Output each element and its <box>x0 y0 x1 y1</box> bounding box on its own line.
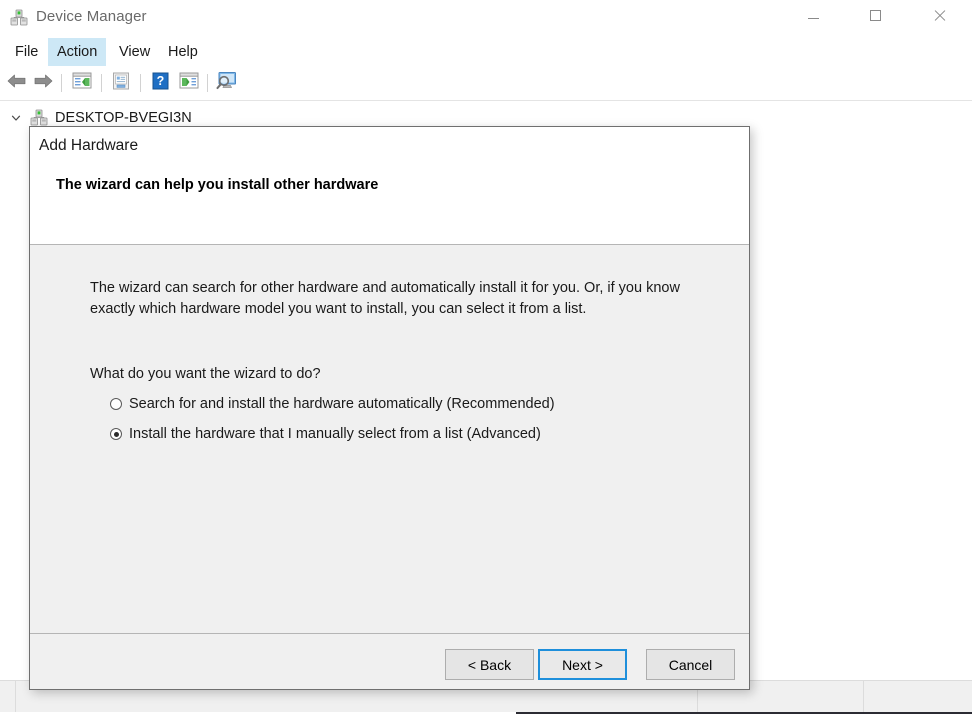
help-button[interactable]: ? <box>147 71 173 95</box>
device-manager-icon <box>10 9 28 27</box>
dialog-heading: The wizard can help you install other ha… <box>56 177 379 193</box>
svg-text:?: ? <box>156 74 164 88</box>
close-icon <box>933 9 946 22</box>
window-title: Device Manager <box>36 8 147 25</box>
dialog-question: What do you want the wizard to do? <box>90 366 321 382</box>
toolbar-separator <box>207 74 208 92</box>
show-hide-console-tree-button[interactable] <box>69 71 95 95</box>
cancel-button[interactable]: Cancel <box>646 649 735 680</box>
back-arrow-icon <box>6 73 27 94</box>
radio-option-search-automatically[interactable]: Search for and install the hardware auto… <box>110 396 555 412</box>
show-hide-action-pane-icon <box>179 72 199 95</box>
title-bar: Device Manager <box>0 0 972 37</box>
scan-for-hardware-changes-icon <box>216 71 238 95</box>
maximize-icon <box>869 9 881 21</box>
dialog-footer: < Back Next > Cancel <box>30 633 749 689</box>
dialog-header: Add Hardware The wizard can help you ins… <box>30 127 749 245</box>
menu-item-file[interactable]: File <box>6 38 47 66</box>
show-hide-action-pane-button[interactable] <box>176 71 202 95</box>
menu-item-action[interactable]: Action <box>48 38 107 66</box>
add-hardware-wizard-dialog: Add Hardware The wizard can help you ins… <box>29 126 750 690</box>
help-icon: ? <box>151 72 170 95</box>
scan-for-hardware-changes-button[interactable] <box>214 71 240 95</box>
radio-option-manual-select[interactable]: Install the hardware that I manually sel… <box>110 426 541 442</box>
back-button[interactable]: < Back <box>445 649 534 680</box>
radio-option-label: Search for and install the hardware auto… <box>129 396 555 412</box>
dialog-title: Add Hardware <box>39 137 139 154</box>
menu-bar: File Action View Help <box>0 38 972 66</box>
menu-item-help[interactable]: Help <box>159 38 207 66</box>
properties-button[interactable] <box>108 71 134 95</box>
radio-option-label: Install the hardware that I manually sel… <box>129 426 541 442</box>
back-button[interactable] <box>3 71 29 95</box>
chevron-down-icon[interactable] <box>6 113 26 123</box>
menu-item-view[interactable]: View <box>110 38 159 66</box>
toolbar-separator <box>140 74 141 92</box>
properties-icon <box>111 72 131 95</box>
status-divider <box>15 681 16 714</box>
close-button[interactable] <box>916 0 962 30</box>
tree-item-label: DESKTOP-BVEGI3N <box>55 110 192 126</box>
maximize-button[interactable] <box>852 0 898 30</box>
forward-arrow-icon <box>33 73 54 94</box>
dialog-body: The wizard can search for other hardware… <box>30 245 749 633</box>
minimize-button[interactable] <box>790 0 836 30</box>
next-button[interactable]: Next > <box>538 649 627 680</box>
toolbar: ? <box>0 66 972 101</box>
show-hide-console-tree-icon <box>72 72 92 95</box>
radio-button-unselected[interactable] <box>110 398 122 410</box>
minimize-icon <box>807 17 819 19</box>
computer-icon <box>30 109 48 127</box>
radio-button-selected[interactable] <box>110 428 122 440</box>
toolbar-separator <box>61 74 62 92</box>
forward-button[interactable] <box>30 71 56 95</box>
device-manager-window: Device Manager File Action View Help ? D… <box>0 0 972 714</box>
toolbar-separator <box>101 74 102 92</box>
dialog-description: The wizard can search for other hardware… <box>90 280 680 317</box>
status-divider <box>863 681 864 714</box>
